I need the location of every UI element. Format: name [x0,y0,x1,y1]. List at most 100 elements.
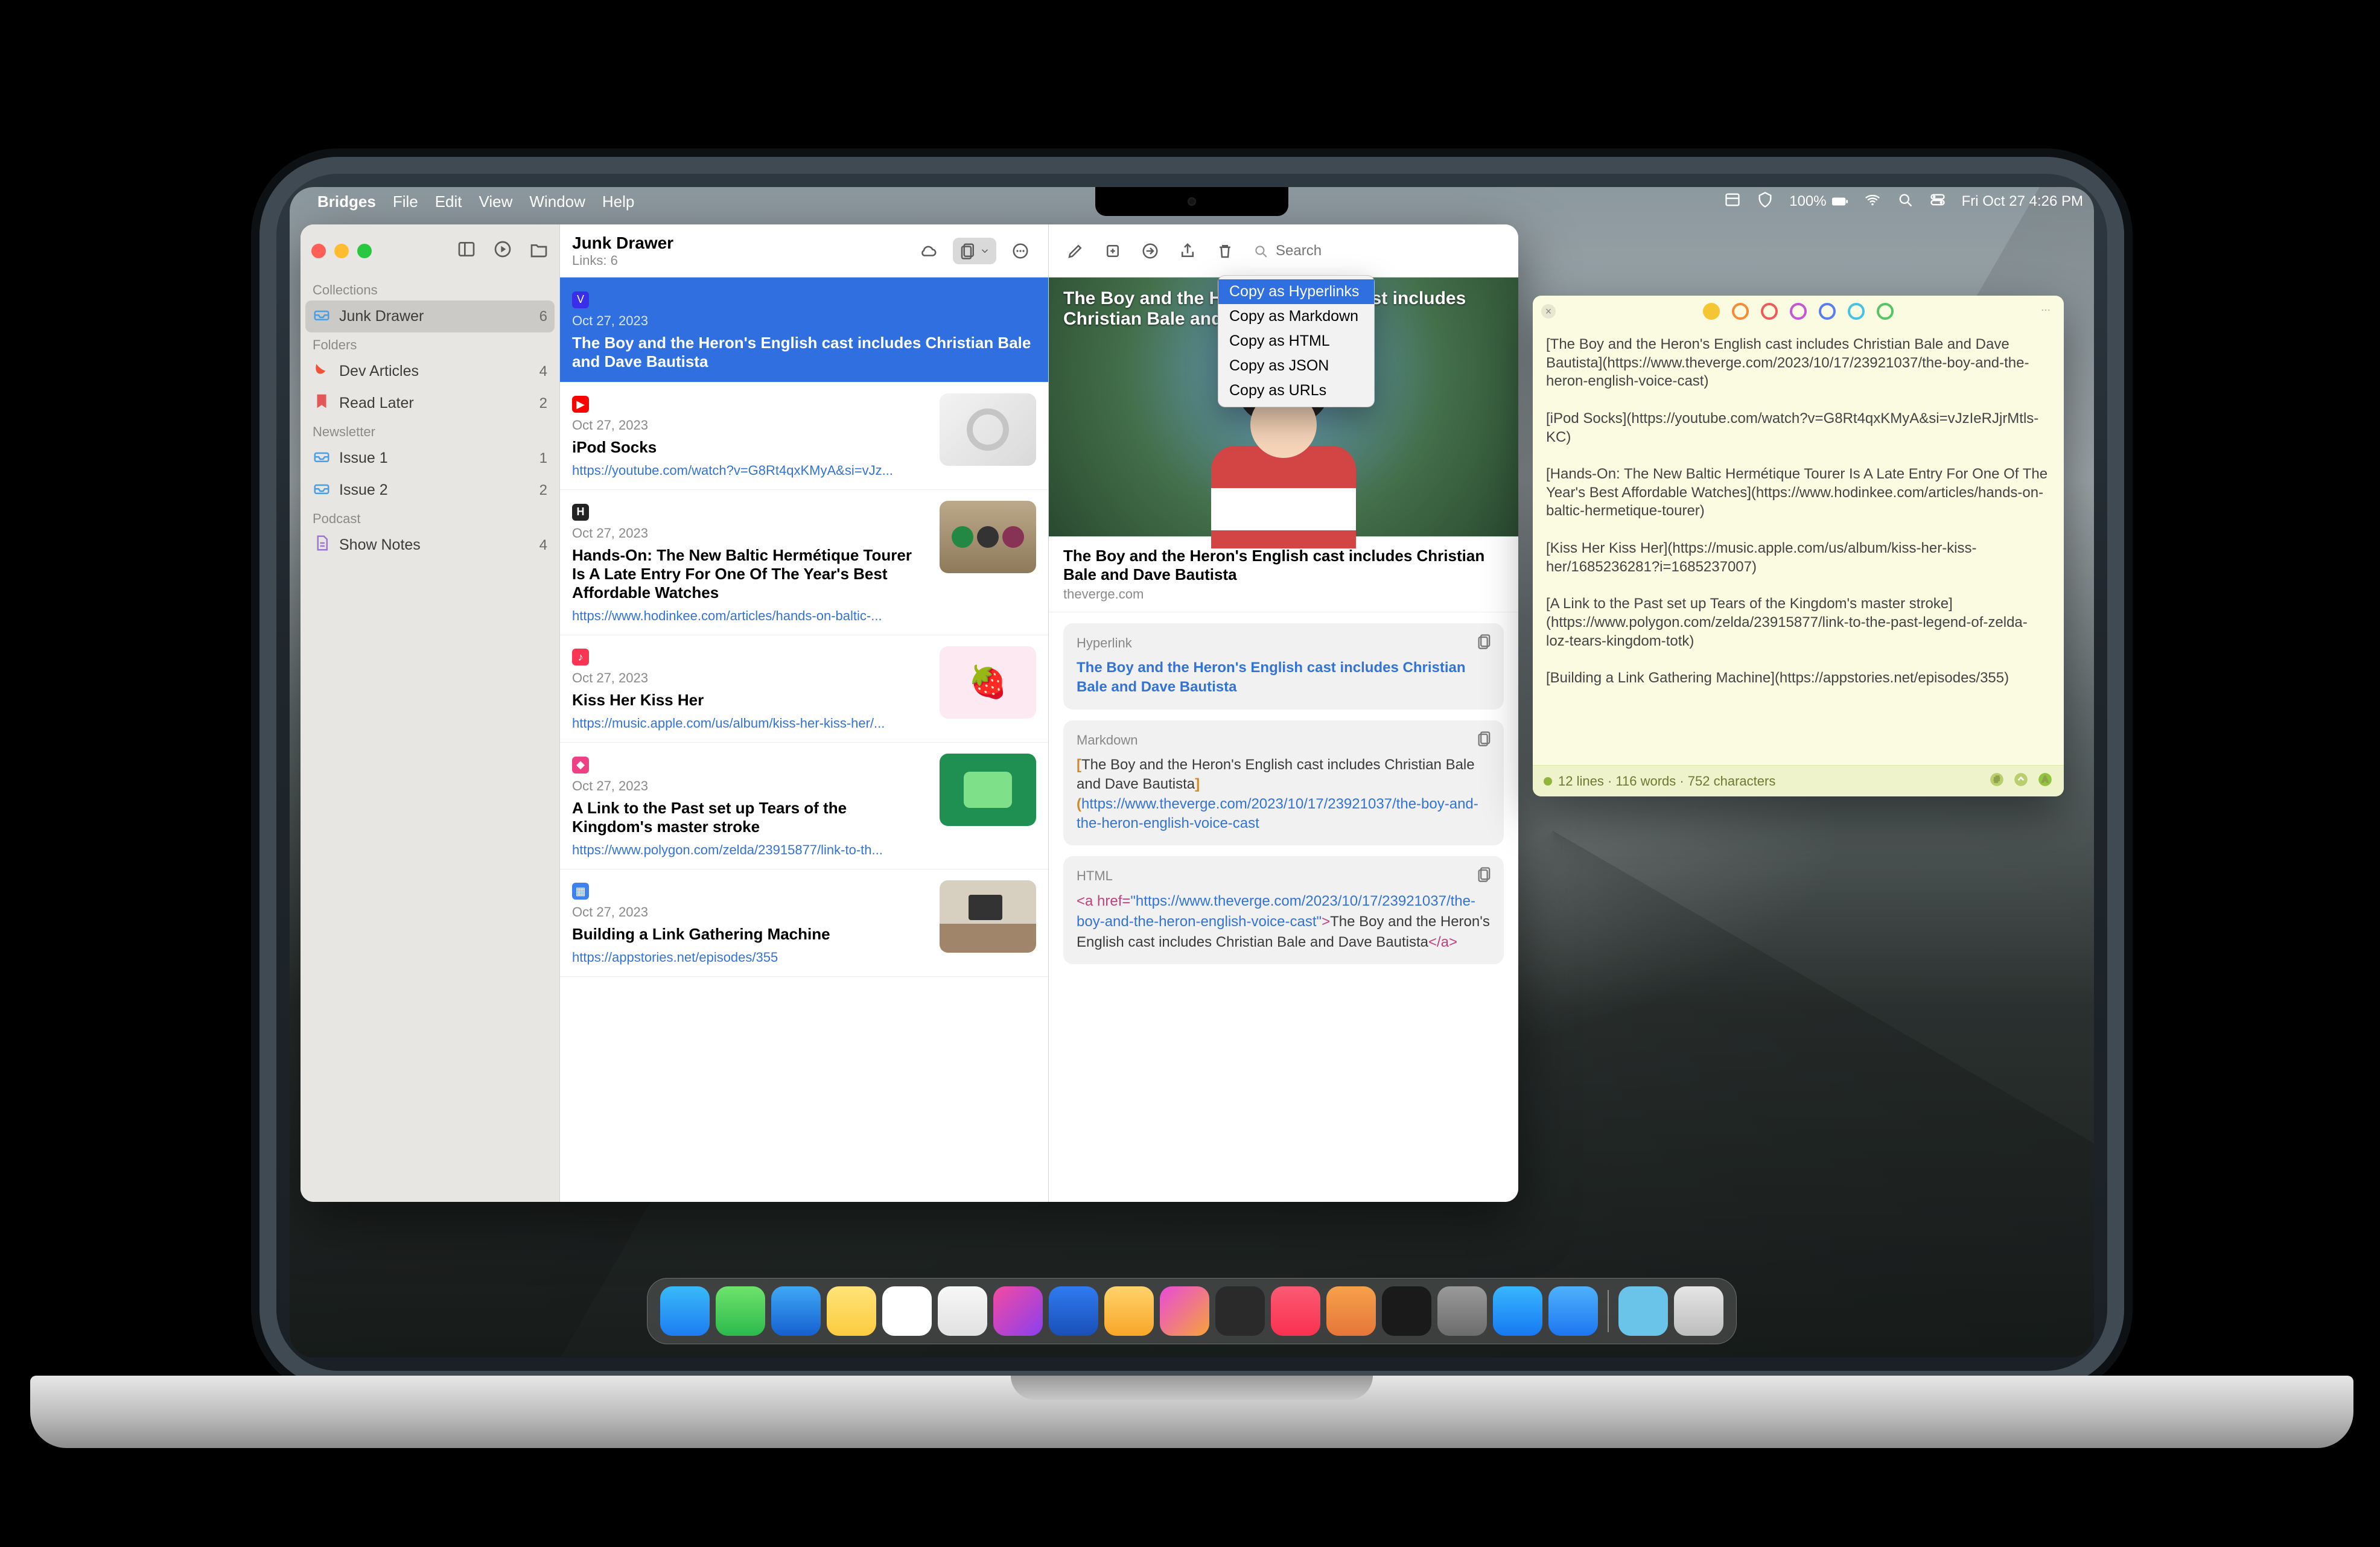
wifi-icon[interactable] [1864,191,1881,212]
copy-icon[interactable] [1476,866,1493,883]
dock-app-freeform[interactable] [938,1286,987,1336]
apple-music-favicon: ♪ [572,649,589,665]
control-center-icon[interactable] [1929,191,1946,212]
close-window-button[interactable] [311,244,326,258]
dock-app-bridges[interactable] [1326,1286,1376,1336]
link-row[interactable]: V Oct 27, 2023 The Boy and the Heron's E… [560,278,1048,383]
sidebar-toggle-icon[interactable] [457,240,476,263]
link-row[interactable]: H Oct 27, 2023 Hands-On: The New Baltic … [560,490,1048,635]
dock-app-messages[interactable] [716,1286,765,1336]
stickies-close-button[interactable]: × [1541,304,1556,319]
menu-window[interactable]: Window [529,192,585,211]
dock-app-sketch[interactable] [1104,1286,1154,1336]
sidebar-item[interactable]: Read Later 2 [301,387,559,419]
dock-app-system-settings[interactable] [1437,1286,1487,1336]
delete-button[interactable] [1209,238,1241,264]
copy-as-menu[interactable]: Copy as HyperlinksCopy as MarkdownCopy a… [1218,275,1375,407]
dock-screenshot[interactable] [1618,1286,1668,1336]
dock-app-notes[interactable] [827,1286,876,1336]
dock-app-terminal[interactable] [1382,1286,1431,1336]
copy-as-button[interactable] [953,238,996,264]
sidebar-item-label: Issue 2 [339,481,388,499]
dock-app-app-store[interactable] [1493,1286,1542,1336]
sidebar-item[interactable]: Junk Drawer 6 [305,300,555,332]
stickies-color-dot[interactable] [1761,303,1778,320]
copy-icon[interactable] [1476,730,1493,747]
menu-file[interactable]: File [393,192,418,211]
link-title: Hands-On: The New Baltic Hermétique Tour… [572,546,929,602]
dock-app-reminders[interactable] [882,1286,932,1336]
link-row[interactable]: ♪ Oct 27, 2023 Kiss Her Kiss Her https:/… [560,635,1048,743]
dock-app-xcode[interactable] [1049,1286,1098,1336]
dock-separator [1608,1290,1609,1332]
dock-app-1password[interactable] [1215,1286,1265,1336]
sidebar-item[interactable]: Issue 2 2 [301,474,559,506]
copy-menu-item[interactable]: Copy as Hyperlinks [1218,279,1374,304]
stickies-body[interactable]: [The Boy and the Heron's English cast in… [1533,327,2064,765]
link-thumbnail [940,501,1036,573]
dock-app-arc[interactable] [993,1286,1043,1336]
stickies-color-dot[interactable] [1848,303,1865,320]
dock-app-pixelmator[interactable] [1160,1286,1209,1336]
stickies-color-dot[interactable] [1819,303,1836,320]
html-card: HTML <a href="https://www.theverge.com/2… [1063,856,1504,964]
stickies-color-dot[interactable] [1703,303,1720,320]
stickies-options-icon[interactable]: ⋯ [2041,304,2055,319]
copy-menu-item[interactable]: Copy as JSON [1218,354,1374,378]
hyperlink-text[interactable]: The Boy and the Heron's English cast inc… [1077,658,1491,697]
markdown-text[interactable]: [The Boy and the Heron's English cast in… [1077,755,1491,834]
dock-app-finder[interactable] [660,1286,710,1336]
stickies-color-dot[interactable] [1732,303,1749,320]
list-subtitle: Links: 6 [572,253,673,268]
search-input[interactable] [1274,242,1507,260]
copy-menu-item[interactable]: Copy as URLs [1218,378,1374,403]
link-row[interactable]: ◆ Oct 27, 2023 A Link to the Past set up… [560,743,1048,869]
link-url: https://appstories.net/episodes/355 [572,950,929,965]
copy-icon[interactable] [1476,633,1493,650]
stickies-a-icon[interactable]: A [2037,772,2053,791]
appstories-favicon: ▦ [572,883,589,900]
menubar-app-name[interactable]: Bridges [317,192,376,211]
sidebar-play-icon[interactable] [493,240,512,263]
link-title: A Link to the Past set up Tears of the K… [572,799,929,836]
menu-view[interactable]: View [479,192,513,211]
spotlight-icon[interactable] [1897,191,1914,212]
stickies-color-dot[interactable] [1877,303,1894,320]
sidebar-folder-add-icon[interactable] [529,240,549,263]
copy-menu-item[interactable]: Copy as Markdown [1218,304,1374,329]
menu-edit[interactable]: Edit [435,192,462,211]
link-row[interactable]: ▦ Oct 27, 2023 Building a Link Gathering… [560,869,1048,977]
sidebar-item[interactable]: Issue 1 1 [301,442,559,474]
dock[interactable] [647,1278,1737,1344]
link-row[interactable]: ▶ Oct 27, 2023 iPod Socks https://youtub… [560,383,1048,491]
sidebar-item[interactable]: Dev Articles 4 [301,355,559,387]
dock-trash[interactable] [1674,1286,1723,1336]
zoom-window-button[interactable] [357,244,372,258]
menu-help[interactable]: Help [602,192,634,211]
copy-menu-item[interactable]: Copy as HTML [1218,329,1374,354]
battery-status[interactable]: 100% [1789,193,1848,210]
stickies-hash-icon[interactable]: # [1989,772,2005,791]
link-list[interactable]: V Oct 27, 2023 The Boy and the Heron's E… [560,278,1048,1202]
html-text[interactable]: <a href="https://www.theverge.com/2023/1… [1077,891,1491,952]
menubar-extra-1-icon[interactable] [1724,191,1741,212]
dock-app-music[interactable] [1271,1286,1320,1336]
stickies-up-icon[interactable] [2013,772,2029,791]
minimize-window-button[interactable] [334,244,349,258]
menubar-datetime[interactable]: Fri Oct 27 4:26 PM [1962,193,2083,210]
stickies-window[interactable]: × ⋯ [The Boy and the Heron's English cas… [1533,296,2064,796]
new-window-button[interactable] [1097,238,1128,264]
share-cloud-button[interactable] [913,238,944,264]
sidebar-item-label: Read Later [339,395,414,412]
more-ellipsis-button[interactable] [1005,238,1036,264]
stickies-color-dot[interactable] [1790,303,1807,320]
tray-icon [313,447,331,469]
menubar-extra-2-icon[interactable] [1757,191,1774,212]
share-button[interactable] [1172,238,1203,264]
edit-button[interactable] [1060,238,1091,264]
open-external-button[interactable] [1134,238,1166,264]
dock-app-safari[interactable] [771,1286,821,1336]
sidebar-item[interactable]: Show Notes 4 [301,529,559,561]
sidebar-item-count: 2 [539,482,547,499]
dock-app-mail[interactable] [1548,1286,1598,1336]
